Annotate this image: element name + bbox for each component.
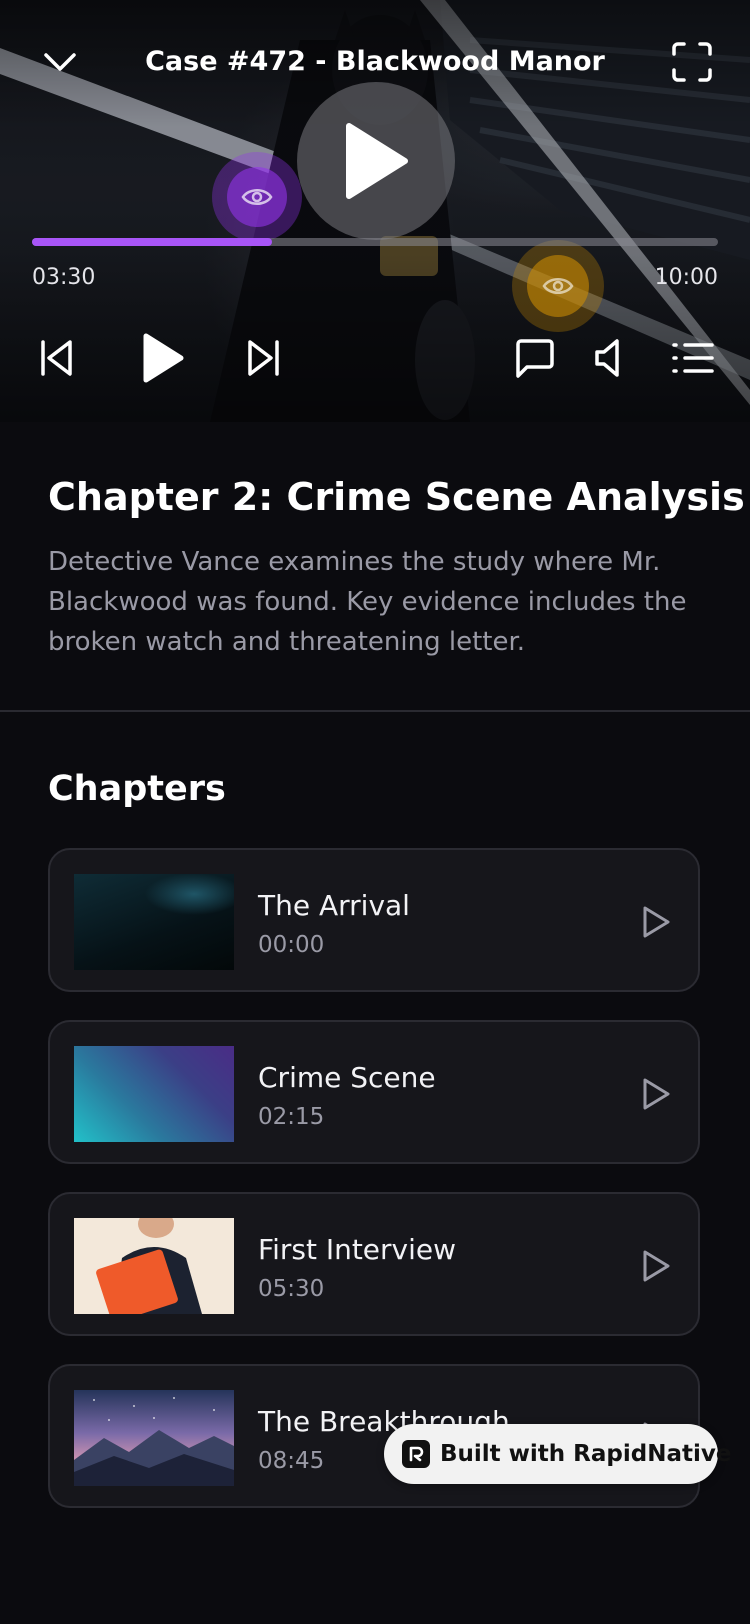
next-button[interactable] [242, 336, 286, 380]
video-player[interactable]: Case #472 - Blackwood Manor 03:30 10:00 [0, 0, 750, 422]
evidence-marker-purple[interactable] [212, 152, 302, 242]
chapters-section-title: Chapters [48, 769, 226, 809]
badge-label: Built with RapidNative [440, 1441, 732, 1467]
chapter-description: Detective Vance examines the study where… [48, 547, 687, 657]
chapter-heading: Chapter 2: Crime Scene Analysis [48, 475, 745, 519]
built-with-badge[interactable]: Built with RapidNative [384, 1424, 731, 1484]
chapter-time: 00:00 [258, 932, 325, 958]
chapter-time: 05:30 [258, 1276, 325, 1302]
divider [0, 710, 750, 712]
play-icon [643, 906, 670, 938]
big-play-button[interactable] [297, 82, 455, 240]
progress-bar[interactable] [32, 238, 718, 246]
chapter-card[interactable]: Crime Scene 02:15 [48, 1020, 700, 1164]
collapse-button[interactable] [36, 40, 84, 84]
video-player-screen: Case #472 - Blackwood Manor 03:30 10:00 … [0, 0, 750, 1624]
play-button[interactable] [136, 330, 190, 386]
chapter-title: Crime Scene [258, 1061, 436, 1094]
chapter-card[interactable]: First Interview 05:30 [48, 1192, 700, 1336]
chapter-play-button[interactable] [638, 904, 674, 940]
chapter-play-button[interactable] [638, 1248, 674, 1284]
duration: 10:00 [654, 265, 718, 290]
current-time: 03:30 [32, 265, 96, 290]
comments-button[interactable] [512, 336, 558, 382]
chapter-time: 08:45 [258, 1448, 325, 1474]
play-icon [643, 1250, 670, 1282]
chapter-thumbnail [74, 874, 234, 970]
chapter-time: 02:15 [258, 1104, 325, 1130]
skip-back-icon [41, 340, 72, 376]
play-icon [346, 123, 408, 199]
chapter-title: The Arrival [258, 889, 410, 922]
chevron-down-icon [44, 53, 76, 71]
fullscreen-button[interactable] [668, 38, 716, 86]
playlist-button[interactable] [670, 336, 716, 380]
eye-icon [241, 189, 273, 205]
chapter-thumbnail [74, 1390, 234, 1486]
play-icon [143, 333, 184, 383]
list-icon [672, 343, 714, 373]
skip-forward-icon [248, 340, 279, 376]
chapter-play-button[interactable] [638, 1076, 674, 1112]
volume-button[interactable] [588, 336, 628, 380]
rapidnative-logo-icon [402, 1440, 430, 1468]
chapter-title: First Interview [258, 1233, 457, 1266]
chapter-card[interactable]: The Arrival 00:00 [48, 848, 700, 992]
play-icon [643, 1078, 670, 1110]
progress-fill [32, 238, 273, 246]
chapter-thumbnail [74, 1218, 234, 1314]
previous-button[interactable] [34, 336, 78, 380]
fullscreen-icon [672, 42, 712, 82]
comment-icon [516, 339, 554, 378]
evidence-marker-yellow[interactable] [512, 240, 604, 332]
video-title: Case #472 - Blackwood Manor [145, 46, 605, 77]
chapter-thumbnail [74, 1046, 234, 1142]
volume-icon [595, 339, 619, 377]
eye-icon [542, 278, 574, 294]
